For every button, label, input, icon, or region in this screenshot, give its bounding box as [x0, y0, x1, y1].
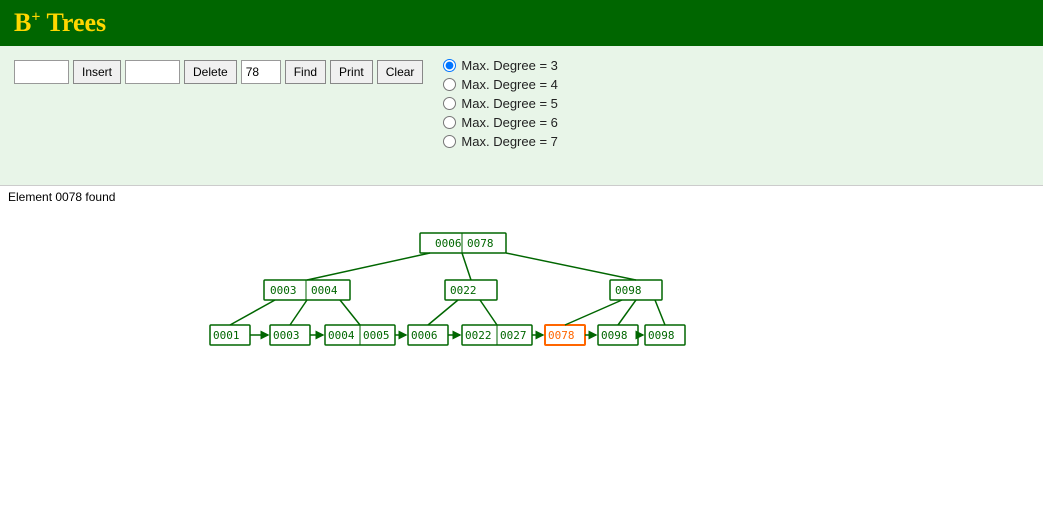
tree-canvas: 0006 0078 0003 0004 0022 0098 0001 0003 …: [0, 208, 1043, 508]
svg-text:0022: 0022: [465, 329, 492, 342]
svg-text:0098: 0098: [648, 329, 675, 342]
clear-button[interactable]: Clear: [377, 60, 424, 84]
insert-button[interactable]: Insert: [73, 60, 121, 84]
svg-text:0022: 0022: [450, 284, 477, 297]
insert-input[interactable]: [14, 60, 69, 84]
title-suffix: Trees: [40, 8, 106, 37]
tree-svg: 0006 0078 0003 0004 0022 0098 0001 0003 …: [0, 208, 1043, 508]
header: B+ Trees: [0, 0, 1043, 46]
toolbar: Insert Delete Find Print Clear Max. Degr…: [0, 46, 1043, 186]
degree-radio-3[interactable]: [443, 59, 456, 72]
svg-text:0006: 0006: [435, 237, 462, 250]
degree-option-7[interactable]: Max. Degree = 7: [443, 134, 557, 149]
svg-text:0098: 0098: [601, 329, 628, 342]
degree-options: Max. Degree = 3 Max. Degree = 4 Max. Deg…: [443, 58, 557, 149]
degree-option-5[interactable]: Max. Degree = 5: [443, 96, 557, 111]
delete-input[interactable]: [125, 60, 180, 84]
svg-text:0001: 0001: [213, 329, 240, 342]
degree-option-6[interactable]: Max. Degree = 6: [443, 115, 557, 130]
degree-radio-5[interactable]: [443, 97, 456, 110]
controls: Insert Delete Find Print Clear: [14, 60, 423, 84]
svg-text:0003: 0003: [270, 284, 297, 297]
page-title: B+ Trees: [14, 8, 106, 38]
find-button[interactable]: Find: [285, 60, 326, 84]
svg-text:0003: 0003: [273, 329, 300, 342]
status-message: Element 0078 found: [8, 190, 115, 204]
degree-option-3[interactable]: Max. Degree = 3: [443, 58, 557, 73]
svg-text:0078: 0078: [467, 237, 494, 250]
print-button[interactable]: Print: [330, 60, 373, 84]
svg-text:0027: 0027: [500, 329, 527, 342]
degree-option-4[interactable]: Max. Degree = 4: [443, 77, 557, 92]
svg-text:0004: 0004: [328, 329, 355, 342]
svg-text:0005: 0005: [363, 329, 390, 342]
degree-radio-6[interactable]: [443, 116, 456, 129]
svg-text:0098: 0098: [615, 284, 642, 297]
svg-text:0004: 0004: [311, 284, 338, 297]
find-input[interactable]: [241, 60, 281, 84]
delete-button[interactable]: Delete: [184, 60, 237, 84]
degree-radio-7[interactable]: [443, 135, 456, 148]
svg-text:0078: 0078: [548, 329, 575, 342]
degree-radio-4[interactable]: [443, 78, 456, 91]
svg-text:0006: 0006: [411, 329, 438, 342]
status-bar: Element 0078 found: [0, 186, 1043, 208]
